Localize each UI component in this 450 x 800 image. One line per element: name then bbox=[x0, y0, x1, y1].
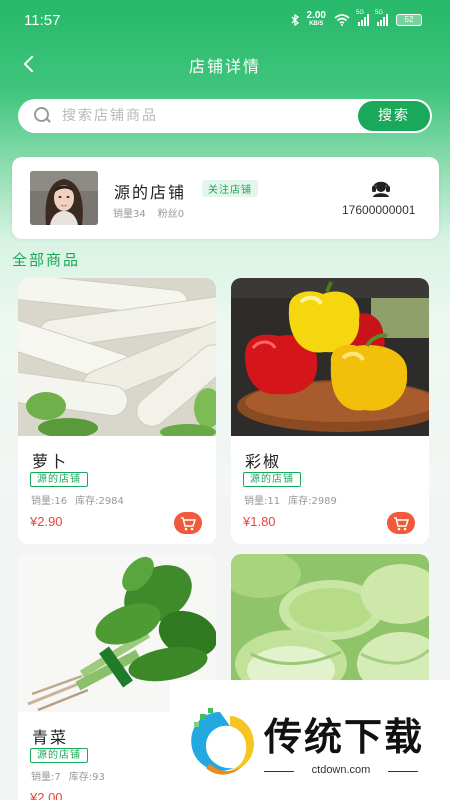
cart-icon bbox=[394, 517, 410, 531]
bluetooth-icon bbox=[291, 14, 299, 26]
page-title: 店铺详情 bbox=[188, 57, 261, 76]
product-price: ¥1.80 bbox=[243, 514, 276, 529]
search-button[interactable]: 搜索 bbox=[358, 101, 430, 131]
product-image[interactable] bbox=[18, 278, 216, 436]
add-to-cart-button[interactable] bbox=[387, 512, 415, 534]
header: 店铺详情 bbox=[0, 44, 450, 84]
product-sales: 销量:16 bbox=[31, 496, 68, 507]
wifi-icon bbox=[334, 14, 350, 26]
product-store-tag: 源的店铺 bbox=[30, 472, 88, 487]
store-fans: 粉丝0 bbox=[157, 209, 185, 220]
signal-icon: 5G bbox=[356, 10, 369, 26]
section-title: 全部商品 bbox=[12, 251, 81, 269]
add-to-cart-button[interactable] bbox=[174, 512, 202, 534]
product-stats: 销量:16 库存:2984 bbox=[31, 492, 124, 507]
product-store-tag: 源的店铺 bbox=[30, 748, 88, 763]
ctdown-logo-icon bbox=[191, 708, 254, 775]
customer-service-icon[interactable] bbox=[370, 177, 392, 197]
search-icon bbox=[34, 107, 50, 123]
product-stock: 库存:2989 bbox=[288, 496, 337, 507]
network-speed: 2.00 KB/S bbox=[306, 10, 326, 28]
product-price: ¥2.00 bbox=[30, 790, 63, 800]
store-sales: 销量34 bbox=[113, 209, 146, 220]
store-phone[interactable]: 17600000001 bbox=[342, 203, 415, 217]
status-icons: 2.00 KB/S 5G 5G 52 bbox=[291, 10, 422, 28]
status-time: 11:57 bbox=[24, 12, 61, 29]
battery-icon: 52 bbox=[396, 14, 422, 26]
product-card[interactable]: 彩椒 源的店铺 销量:11 库存:2989 ¥1.80 bbox=[231, 278, 429, 544]
search-bar: 搜索 bbox=[18, 99, 432, 133]
watermark: 传统下载 ctdown.com bbox=[170, 680, 450, 800]
product-sales: 销量:11 bbox=[244, 496, 281, 507]
follow-store-button[interactable]: 关注店铺 bbox=[202, 180, 258, 197]
store-card: 源的店铺 关注店铺 销量34 粉丝0 17600000001 bbox=[12, 157, 439, 239]
product-stock: 库存:2984 bbox=[75, 496, 124, 507]
search-input[interactable] bbox=[62, 106, 332, 126]
status-bar: 11:57 2.00 KB/S 5G 5G 52 bbox=[0, 0, 450, 40]
product-stats: 销量:7 库存:93 bbox=[31, 768, 105, 783]
store-name: 源的店铺 bbox=[114, 183, 187, 202]
product-image[interactable] bbox=[231, 278, 429, 436]
product-card[interactable]: 萝卜 源的店铺 销量:16 库存:2984 ¥2.90 bbox=[18, 278, 216, 544]
store-avatar[interactable] bbox=[30, 171, 98, 225]
product-name: 彩椒 bbox=[245, 452, 282, 471]
signal-icon-2: 5G bbox=[375, 10, 388, 26]
product-store-tag: 源的店铺 bbox=[243, 472, 301, 487]
store-stats: 销量34 粉丝0 bbox=[113, 205, 184, 220]
watermark-url: ctdown.com bbox=[264, 764, 418, 776]
product-price: ¥2.90 bbox=[30, 514, 63, 529]
cart-icon bbox=[181, 517, 197, 531]
product-name: 青菜 bbox=[32, 728, 69, 747]
product-sales: 销量:7 bbox=[31, 772, 61, 783]
product-name: 萝卜 bbox=[32, 452, 69, 471]
product-stock: 库存:93 bbox=[68, 772, 105, 783]
watermark-text: 传统下载 bbox=[264, 715, 425, 759]
product-stats: 销量:11 库存:2989 bbox=[244, 492, 337, 507]
